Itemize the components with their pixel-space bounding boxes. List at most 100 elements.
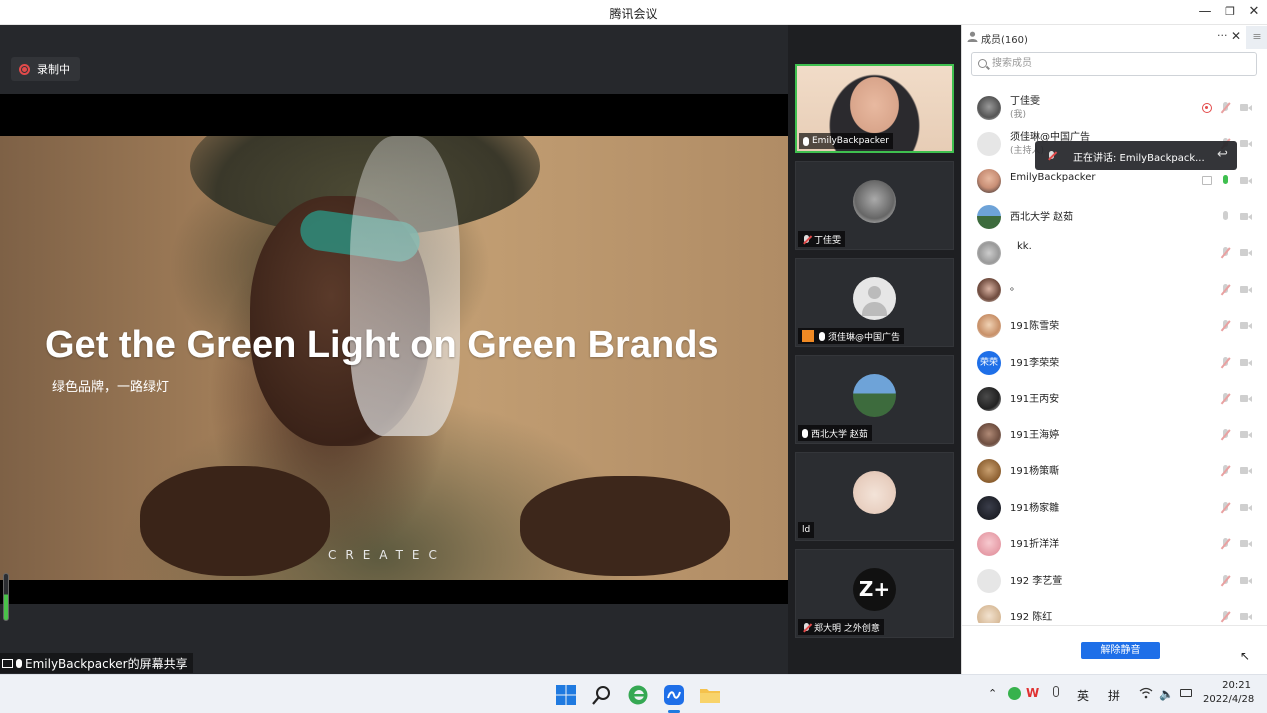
mic-muted-icon[interactable] xyxy=(1220,393,1230,405)
camera-off-icon[interactable] xyxy=(1240,503,1252,512)
restore-button[interactable]: ❐ xyxy=(1219,2,1241,22)
video-tile[interactable]: 须佳琳@中国广告 xyxy=(795,258,954,347)
video-tile[interactable]: EmilyBackpacker xyxy=(795,64,954,153)
mic-muted-icon[interactable] xyxy=(1220,538,1230,550)
avatar xyxy=(853,374,896,417)
mic-icon xyxy=(802,428,808,438)
wps-icon[interactable]: W xyxy=(1026,686,1039,700)
screen-share-icon xyxy=(2,658,13,668)
member-row[interactable]: 192 陈红 xyxy=(962,599,1262,623)
mic-icon xyxy=(819,331,825,341)
camera-off-icon[interactable] xyxy=(1240,212,1252,221)
title-bar: 腾讯会议 — ❐ ✕ xyxy=(0,0,1267,25)
clock[interactable]: 20:21 2022/4/28 xyxy=(1203,679,1254,707)
unmute-all-button[interactable]: 解除静音 xyxy=(1081,642,1160,659)
camera-off-icon[interactable] xyxy=(1240,539,1252,548)
camera-off-icon[interactable] xyxy=(1240,139,1252,148)
edge-icon[interactable] xyxy=(627,684,649,706)
volume-icon[interactable]: 🔈 xyxy=(1159,687,1174,701)
member-row[interactable]: 丁佳雯 (我) xyxy=(962,90,1262,126)
video-tile[interactable]: 西北大学 赵茹 xyxy=(795,355,954,444)
member-name: 191李荣荣 xyxy=(1010,358,1060,369)
member-row[interactable]: 荣荣 191李荣荣 xyxy=(962,345,1262,381)
camera-off-icon[interactable] xyxy=(1240,612,1252,621)
reply-icon[interactable]: ↩ xyxy=(1217,147,1228,162)
mic-muted-icon[interactable] xyxy=(1220,284,1230,296)
camera-off-icon[interactable] xyxy=(1240,248,1252,257)
close-button[interactable]: ✕ xyxy=(1243,2,1265,22)
screen-share-text: EmilyBackpacker的屏幕共享 xyxy=(25,656,188,671)
tile-name: 西北大学 赵茹 xyxy=(811,429,868,440)
mic-icon xyxy=(16,658,22,668)
member-row[interactable]: 191折洋洋 xyxy=(962,526,1262,562)
windows-start-icon[interactable] xyxy=(555,684,577,706)
mic-muted-icon xyxy=(802,622,811,632)
video-tile[interactable]: ld xyxy=(795,452,954,541)
avatar xyxy=(977,278,1001,302)
camera-off-icon[interactable] xyxy=(1240,176,1252,185)
close-panel-icon[interactable]: ✕ xyxy=(1231,29,1241,43)
member-search-input[interactable]: 搜索成员 xyxy=(971,52,1257,76)
camera-off-icon[interactable] xyxy=(1240,430,1252,439)
tile-name-tag: 丁佳雯 xyxy=(798,231,846,247)
camera-off-icon[interactable] xyxy=(1240,394,1252,403)
more-options-button[interactable]: ··· xyxy=(1217,29,1228,42)
member-row[interactable]: 。 xyxy=(962,272,1262,308)
tray-language[interactable]: 英 xyxy=(1077,687,1089,704)
tray-app-icon[interactable] xyxy=(1008,687,1021,700)
member-row[interactable]: 西北大学 赵茹 xyxy=(962,199,1262,235)
tencent-meeting-icon[interactable] xyxy=(663,684,685,706)
camera-off-icon[interactable] xyxy=(1240,466,1252,475)
member-row[interactable]: 191杨家雛 xyxy=(962,490,1262,526)
tray-ime[interactable]: 拼 xyxy=(1108,687,1120,704)
member-row[interactable]: kk. xyxy=(962,235,1262,271)
camera-off-icon[interactable] xyxy=(1240,103,1252,112)
video-tile[interactable]: 丁佳雯 xyxy=(795,161,954,250)
member-name: 191杨策嘶 xyxy=(1010,466,1060,477)
minimize-button[interactable]: — xyxy=(1194,2,1216,22)
shared-slide: Get the Green Light on Green Brands 绿色品牌… xyxy=(0,136,788,580)
side-menu-icon[interactable]: ≡ xyxy=(1246,26,1267,49)
camera-off-icon[interactable] xyxy=(1240,358,1252,367)
tile-name: 须佳琳@中国广告 xyxy=(828,332,901,343)
mic-muted-icon[interactable] xyxy=(1220,465,1230,477)
member-row[interactable]: 191陈雪荣 xyxy=(962,308,1262,344)
member-row[interactable]: 191王海婷 xyxy=(962,417,1262,453)
slide-title: Get the Green Light on Green Brands xyxy=(45,324,719,366)
slide-subtitle: 绿色品牌，一路绿灯 xyxy=(52,380,170,395)
member-row[interactable]: 192 李艺萱 xyxy=(962,563,1262,599)
mic-muted-icon[interactable] xyxy=(1220,247,1230,259)
mic-muted-icon[interactable] xyxy=(1220,429,1230,441)
member-row[interactable]: 191王丙安 xyxy=(962,381,1262,417)
mic-muted-icon[interactable] xyxy=(1220,357,1230,369)
tile-name: EmilyBackpacker xyxy=(812,136,889,146)
mic-muted-icon[interactable] xyxy=(1220,575,1230,587)
mic-on-icon[interactable] xyxy=(1220,175,1230,187)
battery-icon[interactable] xyxy=(1180,689,1192,697)
microphone-tray-icon[interactable] xyxy=(1053,686,1059,697)
member-row[interactable]: 191杨策嘶 xyxy=(962,453,1262,489)
mic-muted-icon[interactable] xyxy=(1220,320,1230,332)
camera-off-icon[interactable] xyxy=(1240,576,1252,585)
wifi-icon[interactable] xyxy=(1139,687,1153,699)
avatar xyxy=(977,205,1001,229)
mic-off-icon[interactable] xyxy=(1220,211,1230,223)
tray-expand-icon[interactable]: ⌃ xyxy=(988,687,997,700)
video-tile[interactable]: Z+ 郑大明 之外创意 xyxy=(795,549,954,638)
file-explorer-icon[interactable] xyxy=(699,684,721,706)
mic-muted-icon[interactable] xyxy=(1220,502,1230,514)
camera-off-icon[interactable] xyxy=(1240,285,1252,294)
tile-name-tag: 须佳琳@中国广告 xyxy=(798,328,905,344)
avatar xyxy=(977,423,1001,447)
search-icon[interactable] xyxy=(591,684,613,706)
volume-meter xyxy=(3,573,9,621)
avatar: 荣荣 xyxy=(977,351,1001,375)
mic-muted-icon xyxy=(802,234,811,244)
screen-share-area: 录制中 Get the Green Light on Green Brands … xyxy=(0,25,788,674)
minimize-icon: — xyxy=(1198,4,1212,19)
camera-off-icon[interactable] xyxy=(1240,321,1252,330)
mic-muted-icon[interactable] xyxy=(1220,102,1230,114)
recording-indicator[interactable]: 录制中 xyxy=(11,57,80,81)
close-icon: ✕ xyxy=(1248,4,1260,19)
mic-muted-icon[interactable] xyxy=(1220,611,1230,623)
